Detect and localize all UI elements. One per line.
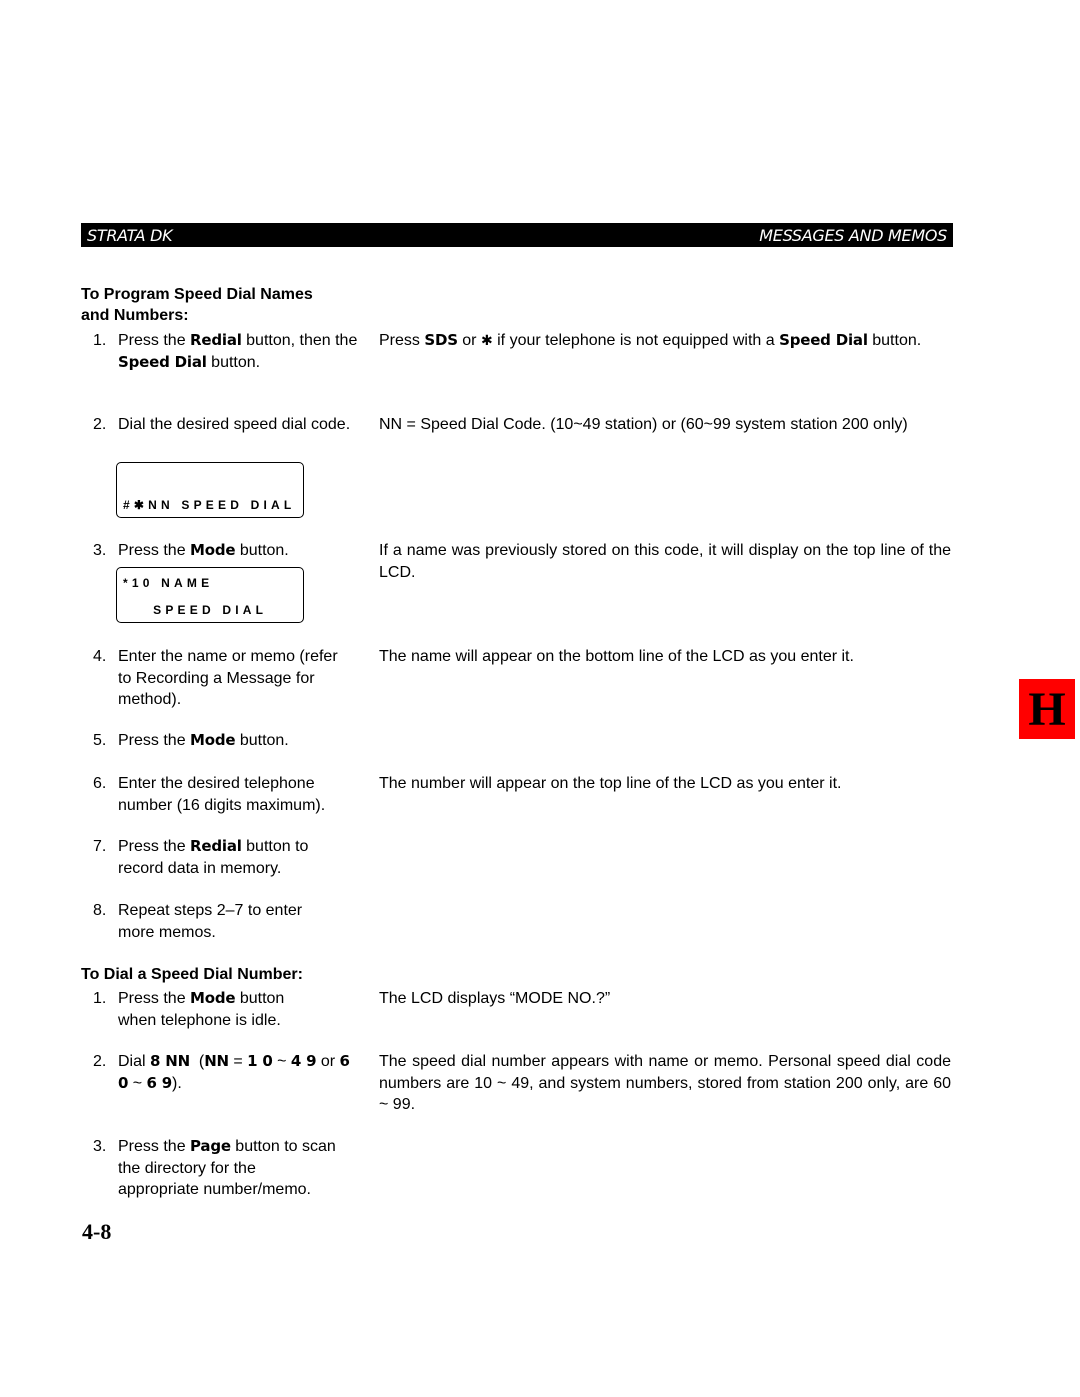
program-note-1: Press SDS or ✱ if your telephone is not … [379,331,922,349]
heading-line-1: To Program Speed Dial Names [81,286,313,303]
program-step-2: 2. Dial the desired speed dial code. [93,414,363,436]
dial-note-1: The LCD displays “MODE NO.?” [379,990,611,1007]
dial-step-1: 1. Press the Mode button when telephone … [93,988,363,1031]
dial-step-2: 2. Dial 8 NN (NN = 1 0 ~ 4 9 or 6 0 ~ 6 … [93,1051,363,1094]
mode-key-label: Mode [190,731,236,749]
redial-key-label: Redial [190,331,242,349]
section-heading-dial: To Dial a Speed Dial Number: [81,966,303,983]
step-text: Press the Mode button when telephone is … [118,989,285,1029]
lcd-top-line: *10 NAME [123,576,214,590]
step-number: 2. [93,1053,107,1070]
speed-dial-key-label: Speed Dial [779,331,868,349]
nn-label: NN [204,1052,229,1070]
dial-note-2: The speed dial number appears with name … [379,1053,951,1113]
page-number: 4-8 [82,1219,112,1244]
step-number: 3. [93,542,107,559]
section-heading-program: To Program Speed Dial Names and Numbers: [81,284,313,326]
program-step-4: 4. Enter the name or memo (refer to Reco… [93,646,363,711]
program-note-2: NN = Speed Dial Code. (10~49 station) or… [379,416,908,433]
step-text: Press the Mode button. [118,541,289,559]
step-text: Enter the desired telephone number (16 d… [118,775,326,814]
step-text: Press the Mode button. [118,731,289,749]
lcd-bottom-line: SPEED DIAL [123,603,268,617]
step-number: 6. [93,775,107,792]
step-text: Press the Redial button, then the Speed … [118,331,358,371]
step-text: Press the Page button to scan the direct… [118,1137,336,1198]
program-step-5: 5. Press the Mode button. [93,730,363,752]
lcd-display-speed-dial: #✱NN SPEED DIAL [116,462,304,518]
running-header: STRATA DK MESSAGES AND MEMOS [81,223,953,247]
range-end-label: 6 9 [146,1073,172,1092]
lcd-bottom-line: #✱NN SPEED DIAL [123,498,296,512]
lcd-display-name: *10 NAME SPEED DIAL [116,567,304,623]
mode-key-label: Mode [190,541,236,559]
program-step-6: 6. Enter the desired telephone number (1… [93,773,363,816]
range-end-label: 4 9 [290,1052,317,1070]
speed-dial-key-label: Speed Dial [118,352,207,371]
step-text: Repeat steps 2–7 to enter more memos. [118,902,303,941]
page-key-label: Page [190,1137,231,1155]
mode-key-label: Mode [190,989,236,1007]
step-number: 3. [93,1138,107,1155]
range-start-label: 1 0 [247,1052,273,1070]
step-text: Dial 8 NN (NN = 1 0 ~ 4 9 or 6 0 ~ 6 9). [118,1052,350,1092]
step-number: 5. [93,732,107,749]
sds-key-label: SDS [424,331,458,349]
program-step-1: 1. Press the Redial button, then the Spe… [93,330,363,373]
step-number: 4. [93,648,107,665]
header-right-title: MESSAGES AND MEMOS [759,225,947,245]
dial-code-label: 8 NN [150,1052,190,1070]
step-number: 1. [93,990,107,1007]
step-text: Enter the name or memo (refer to Recordi… [118,648,338,708]
program-step-3: 3. Press the Mode button. [93,540,363,562]
program-step-8: 8. Repeat steps 2–7 to enter more memos. [93,900,363,943]
program-note-6: The number will appear on the top line o… [379,775,842,792]
section-tab-h: H [1019,679,1075,739]
program-note-3: If a name was previously stored on this … [379,542,951,581]
redial-key-label: Redial [190,837,242,855]
dial-step-3: 3. Press the Page button to scan the dir… [93,1136,363,1201]
header-left-title: STRATA DK [87,225,173,245]
step-text: Press the Redial button to record data i… [118,837,309,877]
program-note-4: The name will appear on the bottom line … [379,648,854,665]
step-number: 7. [93,838,107,855]
heading-line-2: and Numbers: [81,307,189,324]
program-step-7: 7. Press the Redial button to record dat… [93,836,363,879]
step-text: Dial the desired speed dial code. [118,416,351,433]
star-key-icon: ✱ [480,333,493,349]
step-number: 2. [93,416,107,433]
step-number: 1. [93,332,107,349]
step-number: 8. [93,902,107,919]
